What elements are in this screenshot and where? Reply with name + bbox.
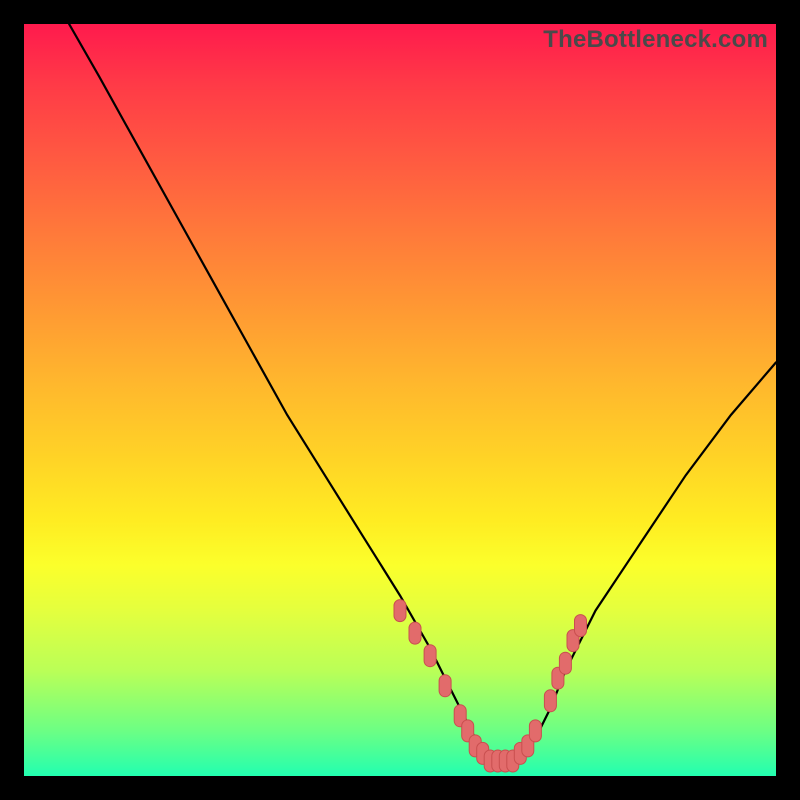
marker-pill	[484, 750, 496, 772]
bottleneck-curve	[24, 24, 776, 776]
marker-pill	[567, 630, 579, 652]
marker-pill	[424, 645, 436, 667]
marker-pill	[522, 735, 534, 757]
marker-pill	[507, 750, 519, 772]
marker-pill	[499, 750, 511, 772]
marker-pill	[552, 667, 564, 689]
marker-pill	[575, 615, 587, 637]
marker-pill	[454, 705, 466, 727]
marker-pill	[477, 742, 489, 764]
marker-pill	[469, 735, 481, 757]
marker-pill	[514, 742, 526, 764]
marker-pill	[544, 690, 556, 712]
marker-pill	[439, 675, 451, 697]
plot-area: TheBottleneck.com	[24, 24, 776, 776]
watermark-text: TheBottleneck.com	[543, 26, 768, 54]
curve-line	[69, 24, 776, 761]
marker-pill	[559, 652, 571, 674]
marker-pill	[394, 600, 406, 622]
marker-pill	[462, 720, 474, 742]
marker-pill	[409, 622, 421, 644]
curve-markers	[394, 600, 587, 772]
marker-pill	[529, 720, 541, 742]
marker-pill	[492, 750, 504, 772]
